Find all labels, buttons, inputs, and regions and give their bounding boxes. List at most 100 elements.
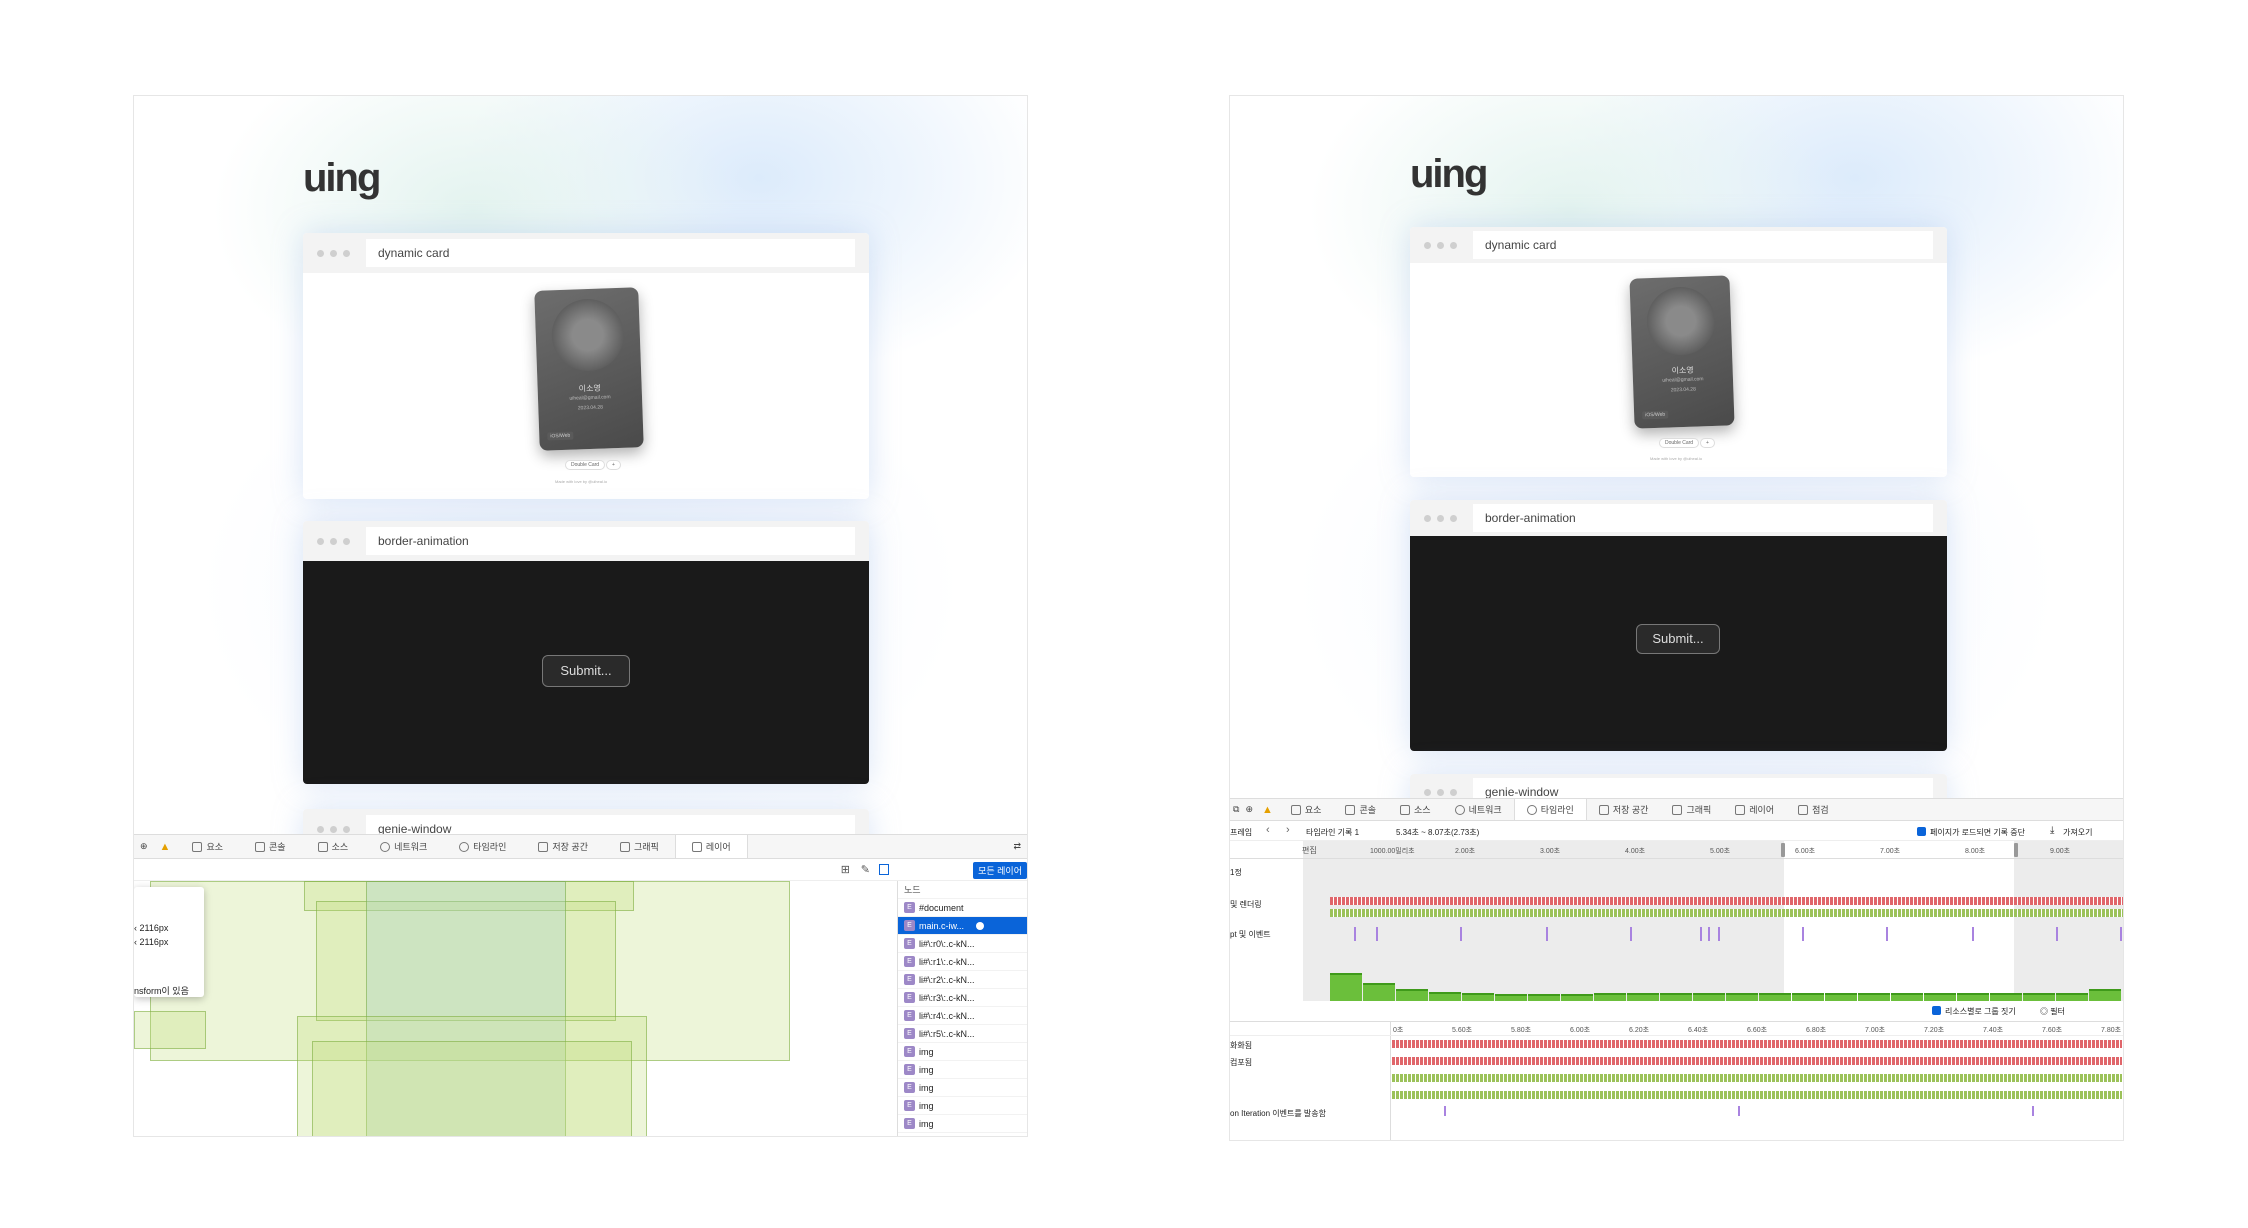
tab-elements[interactable]: 요소 <box>1279 799 1334 820</box>
tab-layers[interactable]: 레이어 <box>1723 799 1786 820</box>
back-icon[interactable]: ‹ <box>1266 824 1270 836</box>
stop-on-load-checkbox[interactable] <box>1917 827 1926 836</box>
dock-icon[interactable]: ⧉ <box>1230 799 1242 820</box>
tab-graphics[interactable]: 그래픽 <box>604 835 675 858</box>
tab-sources[interactable]: 소스 <box>1388 799 1443 820</box>
double-card-button[interactable]: Double Card <box>1659 438 1700 448</box>
tab-console[interactable]: 콘솔 <box>239 835 302 858</box>
event-marker <box>1708 927 1710 941</box>
inspect-icon[interactable]: ⊕ <box>1242 799 1256 820</box>
tab-storage[interactable]: 저장 공간 <box>1587 799 1661 820</box>
tab-timeline[interactable]: 타임라인 <box>443 835 522 858</box>
window-titlebar: dynamic card <box>1410 227 1947 263</box>
node-item[interactable]: Eli#\:r0\:.c-kN... <box>898 935 1027 953</box>
window-title: border-animation <box>1473 504 1933 532</box>
bottom-tick-label: 7.80초 <box>2101 1027 2122 1034</box>
window-controls[interactable] <box>317 537 350 545</box>
frame-bar <box>1693 993 1725 1001</box>
node-item[interactable]: Eimg <box>898 1043 1027 1061</box>
credit-text: Made with love by @uiheal.io <box>1650 456 1703 461</box>
grid-icon[interactable]: ⊞ <box>841 863 850 876</box>
node-item[interactable]: Eimg <box>898 1079 1027 1097</box>
tab-network[interactable]: 네트워크 <box>1443 799 1514 820</box>
dark-stage: Submit... <box>303 561 869 784</box>
jump-icon[interactable] <box>976 921 985 930</box>
window-controls[interactable] <box>317 825 350 833</box>
window-controls[interactable] <box>1424 241 1457 249</box>
submit-button[interactable]: Submit... <box>1636 624 1720 654</box>
warning-icon[interactable]: ▲ <box>154 835 177 858</box>
event-marker <box>1354 927 1356 941</box>
download-icon[interactable]: ⤓ <box>2050 825 2054 836</box>
background-glow <box>134 96 1027 916</box>
frame-bar <box>1858 993 1890 1001</box>
event-marker <box>1718 927 1720 941</box>
group-by-resource-checkbox[interactable] <box>1932 1006 1941 1015</box>
dock-icon[interactable]: ⇄ <box>1007 835 1027 858</box>
node-item[interactable]: Eimg <box>898 1097 1027 1115</box>
add-button[interactable]: + <box>1700 438 1715 448</box>
node-item[interactable]: Eli#\:r1\:.c-kN... <box>898 953 1027 971</box>
top-tick-label: 9.00초 <box>2050 848 2071 855</box>
node-item[interactable]: Eli#\:r2\:.c-kN... <box>898 971 1027 989</box>
layers-icon <box>1735 804 1746 815</box>
frame-bar <box>1726 993 1758 1001</box>
pencil-icon[interactable]: ✎ <box>861 863 870 876</box>
tab-timeline[interactable]: 타임라인 <box>1513 799 1587 820</box>
tab-elements[interactable]: 요소 <box>176 835 239 858</box>
add-button[interactable]: + <box>606 460 621 470</box>
double-card-button[interactable]: Double Card <box>565 460 606 470</box>
node-item[interactable]: Eimg <box>898 1061 1027 1079</box>
window-titlebar: border-animation <box>1410 500 1947 536</box>
submit-button[interactable]: Submit... <box>542 655 630 687</box>
layers-3d-view[interactable]: ‹ 2116px ‹ 2116px nsform이 있음 <box>134 881 896 1136</box>
window-controls[interactable] <box>317 249 350 257</box>
sidebar-icon[interactable] <box>879 864 889 875</box>
detail-row-label: on Iteration 이벤트를 발송함 <box>1230 1109 1326 1118</box>
window-controls[interactable] <box>1424 788 1457 796</box>
node-item-selected[interactable]: Emain.c-iw... <box>898 917 1027 935</box>
elements-icon <box>1290 804 1301 815</box>
bottom-tick-label: 6.60초 <box>1747 1027 1768 1034</box>
window-title: dynamic card <box>1473 231 1933 259</box>
tab-graphics[interactable]: 그래픽 <box>1660 799 1723 820</box>
node-list: 노드 E #document Emain.c-iw... Eli#\:r0\:.c… <box>897 881 1027 1136</box>
node-item[interactable]: Eli#\:r5\:.c-kN... <box>898 1025 1027 1043</box>
node-item[interactable]: Eli#\:r3\:.c-kN... <box>898 989 1027 1007</box>
business-card[interactable]: 이소영 uiheal@gmail.com 2023.04.28 iOS/Web <box>1629 275 1735 429</box>
detail-stripe <box>1392 1091 2122 1099</box>
forward-icon[interactable]: › <box>1286 824 1290 836</box>
storage-icon <box>1598 804 1609 815</box>
tab-audit[interactable]: 점검 <box>1786 799 1841 820</box>
graphics-icon <box>1672 804 1683 815</box>
business-card[interactable]: 이소영 uiheal@gmail.com 2023.04.28 iOS/Web <box>534 287 644 451</box>
warning-icon[interactable]: ▲ <box>1256 799 1279 820</box>
frame-bar <box>1396 989 1428 1001</box>
node-item[interactable]: E #document <box>898 899 1027 917</box>
window-title: border-animation <box>366 527 855 555</box>
filter-icon: ◎ <box>2040 1007 2051 1016</box>
node-item[interactable]: Eimg <box>898 1115 1027 1133</box>
stop-on-load-label: 페이지가 로드되면 기록 중단 <box>1930 828 2025 837</box>
tab-layers[interactable]: 레이어 <box>674 835 748 858</box>
filter-button[interactable]: ◎ 필터 <box>2040 1006 2065 1017</box>
frame-bar <box>1990 993 2022 1001</box>
tab-network[interactable]: 네트워크 <box>364 835 443 858</box>
left-screenshot: uing dynamic card 이소영 uiheal@gmail.com 2… <box>133 95 1028 1137</box>
bottom-tick-label: 7.00초 <box>1865 1027 1886 1034</box>
all-layers-button[interactable]: 모든 레이어 <box>973 862 1027 879</box>
event-marker <box>1460 927 1462 941</box>
tab-storage[interactable]: 저장 공간 <box>522 835 604 858</box>
recording-select[interactable]: 타임라인 기록 1 <box>1306 827 1359 838</box>
import-button[interactable]: 가져오기 <box>2063 827 2092 838</box>
node-item[interactable]: Eli#\:r4\:.c-kN... <box>898 1007 1027 1025</box>
tab-console[interactable]: 콘솔 <box>1333 799 1388 820</box>
window-controls[interactable] <box>1424 514 1457 522</box>
inspect-icon[interactable]: ⊕ <box>134 835 154 858</box>
edit-label[interactable]: 편집 <box>1302 845 1317 856</box>
top-tick-label: 4.00초 <box>1625 848 1646 855</box>
window-border-animation: border-animation Submit... <box>1410 500 1947 751</box>
logo: uing <box>303 156 381 200</box>
timeline-overview[interactable]: 편집 1000.00밀리초 2.00초 3.00초 4.00초 5.00초 6.00초 7.… <box>1230 841 2123 1001</box>
tab-sources[interactable]: 소스 <box>302 835 365 858</box>
